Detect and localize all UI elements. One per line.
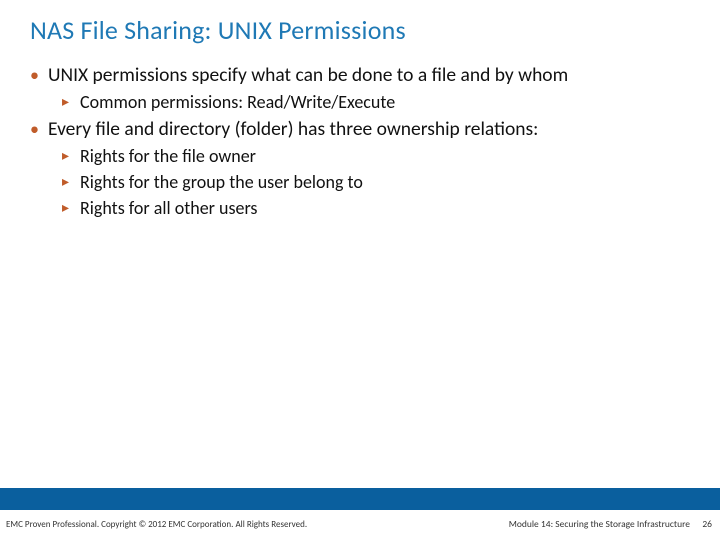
- bullet-text: Every file and directory (folder) has th…: [48, 116, 538, 142]
- bullet-level1: • UNIX permissions specify what can be d…: [30, 62, 700, 88]
- bullet-text: Rights for all other users: [80, 196, 257, 220]
- footer-module: Module 14: Securing the Storage Infrastr…: [509, 518, 690, 530]
- slide-body: • UNIX permissions specify what can be d…: [30, 62, 700, 222]
- slide: NAS File Sharing: UNIX Permissions • UNI…: [0, 0, 720, 540]
- bullet-text: Rights for the group the user belong to: [80, 170, 363, 194]
- bullet-level2: ▸ Rights for the file owner: [62, 144, 700, 168]
- footer-copyright: EMC Proven Professional. Copyright © 201…: [6, 519, 307, 530]
- bullet-dot-icon: •: [30, 62, 48, 88]
- bullet-text: Common permissions: Read/Write/Execute: [80, 90, 395, 114]
- page-number: 26: [702, 518, 712, 530]
- bullet-level2: ▸ Common permissions: Read/Write/Execute: [62, 90, 700, 114]
- footer-bar: [0, 488, 720, 510]
- bullet-text: UNIX permissions specify what can be don…: [48, 62, 568, 88]
- bullet-level2: ▸ Rights for all other users: [62, 196, 700, 220]
- bullet-level1: • Every file and directory (folder) has …: [30, 116, 700, 142]
- bullet-arrow-icon: ▸: [62, 170, 80, 194]
- bullet-arrow-icon: ▸: [62, 196, 80, 220]
- slide-title: NAS File Sharing: UNIX Permissions: [30, 14, 406, 46]
- bullet-arrow-icon: ▸: [62, 90, 80, 114]
- bullet-arrow-icon: ▸: [62, 144, 80, 168]
- bullet-text: Rights for the file owner: [80, 144, 256, 168]
- bullet-level2: ▸ Rights for the group the user belong t…: [62, 170, 700, 194]
- bullet-dot-icon: •: [30, 116, 48, 142]
